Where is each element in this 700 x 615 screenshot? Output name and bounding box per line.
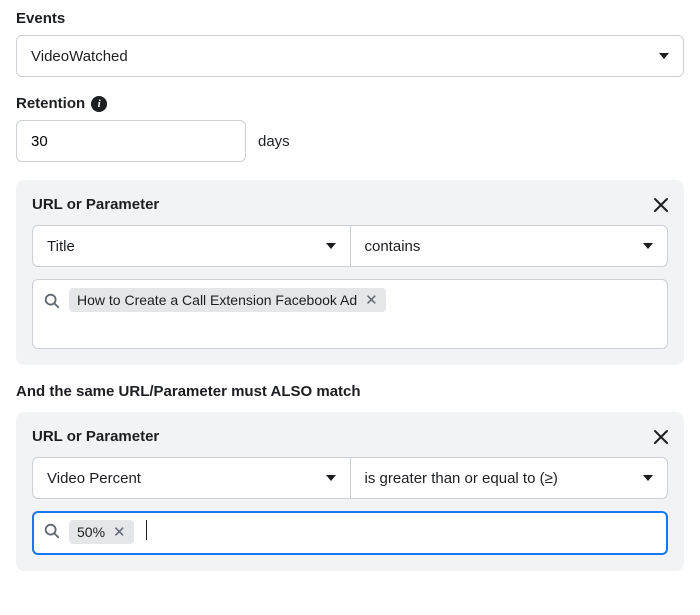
- rule2-param-select[interactable]: Video Percent: [32, 457, 350, 499]
- search-icon: [43, 522, 61, 540]
- retention-input[interactable]: [16, 120, 246, 162]
- rule1-param-value: Title: [47, 238, 75, 255]
- chevron-down-icon: [326, 243, 336, 249]
- rule2-title: URL or Parameter: [32, 428, 668, 445]
- rule2-param-value: Video Percent: [47, 470, 141, 487]
- tag-text: 50%: [77, 524, 105, 540]
- events-select[interactable]: VideoWatched: [16, 35, 684, 77]
- rule-panel-1: URL or Parameter Title contains How to C…: [16, 180, 684, 365]
- chevron-down-icon: [643, 243, 653, 249]
- rule2-operator-select[interactable]: is greater than or equal to (≥): [350, 457, 669, 499]
- chevron-down-icon: [326, 475, 336, 481]
- rule2-operator-value: is greater than or equal to (≥): [365, 470, 558, 487]
- text-cursor: [146, 520, 147, 540]
- rule-panel-2: URL or Parameter Video Percent is greate…: [16, 412, 684, 571]
- rule1-operator-value: contains: [365, 238, 421, 255]
- tag: How to Create a Call Extension Facebook …: [69, 288, 386, 312]
- chevron-down-icon: [643, 475, 653, 481]
- rule1-title: URL or Parameter: [32, 196, 668, 213]
- tag-text: How to Create a Call Extension Facebook …: [77, 292, 357, 308]
- tag-remove-icon[interactable]: ✕: [365, 293, 378, 308]
- tag: 50% ✕: [69, 520, 134, 544]
- rule1-value-input[interactable]: How to Create a Call Extension Facebook …: [32, 279, 668, 349]
- close-icon[interactable]: [652, 428, 670, 450]
- rule2-value-input[interactable]: 50% ✕: [32, 511, 668, 555]
- rule1-param-select[interactable]: Title: [32, 225, 350, 267]
- close-icon[interactable]: [652, 196, 670, 218]
- retention-unit: days: [258, 133, 290, 150]
- events-selected-value: VideoWatched: [31, 48, 128, 65]
- chevron-down-icon: [659, 53, 669, 59]
- events-label: Events: [16, 10, 684, 27]
- rule1-operator-select[interactable]: contains: [350, 225, 669, 267]
- info-icon[interactable]: i: [91, 96, 107, 112]
- retention-label: Retention: [16, 95, 85, 112]
- also-match-label: And the same URL/Parameter must ALSO mat…: [16, 383, 684, 400]
- search-icon: [43, 292, 61, 310]
- tag-remove-icon[interactable]: ✕: [113, 525, 126, 540]
